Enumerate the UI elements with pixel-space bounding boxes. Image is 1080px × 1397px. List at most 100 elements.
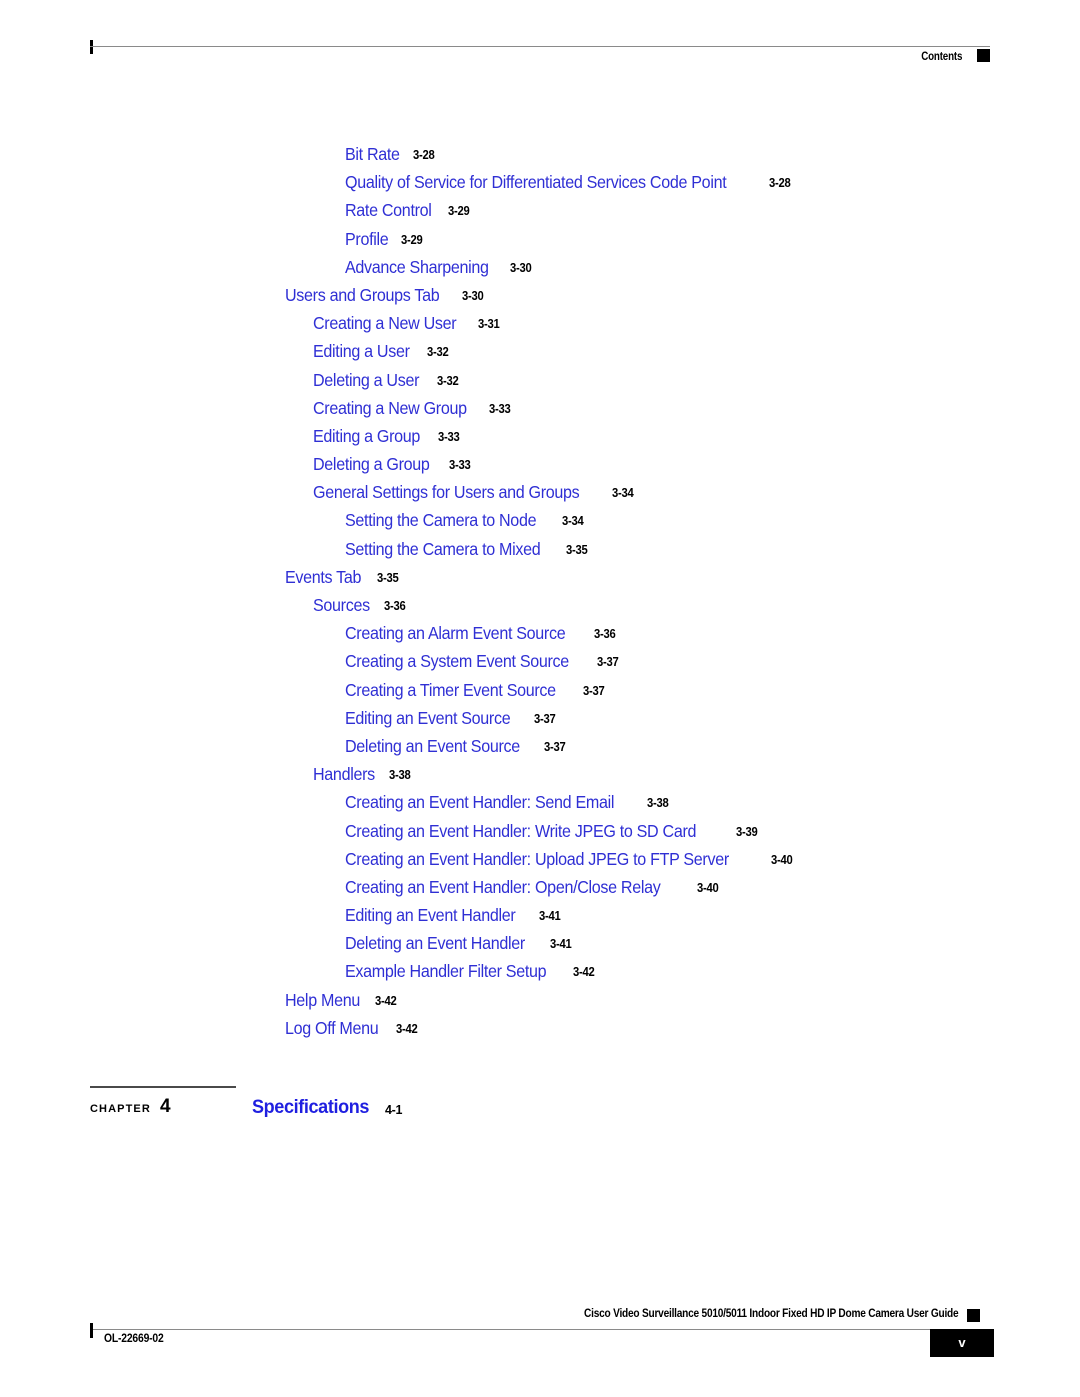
toc-entry[interactable]: Creating a New Group 3-33 — [0, 394, 1080, 422]
header-left-tick-mark — [90, 40, 93, 54]
footer-guide-title: Cisco Video Surveillance 5010/5011 Indoo… — [583, 1308, 959, 1320]
toc-entry-title[interactable]: Creating an Event Handler: Upload JPEG t… — [345, 845, 729, 873]
toc-entry-page-number: 3-30 — [510, 260, 532, 275]
toc-entry-title[interactable]: Users and Groups Tab — [285, 281, 440, 309]
toc-entry[interactable]: Creating an Event Handler: Send Email 3-3… — [0, 788, 1080, 816]
toc-entry-page-number: 3-32 — [437, 373, 459, 388]
toc-entry[interactable]: Setting the Camera to Mixed 3-35 — [0, 535, 1080, 563]
toc-entry-title[interactable]: Editing an Event Source — [345, 704, 511, 732]
toc-entry[interactable]: Deleting an Event Handler 3-41 — [0, 929, 1080, 957]
toc-entry-page-number: 3-32 — [427, 345, 449, 360]
toc-entry-page-number: 3-33 — [448, 458, 471, 473]
toc-entry-page-number: 3-33 — [438, 429, 460, 444]
toc-entry[interactable]: Creating an Event Handler: Write JPEG to… — [0, 817, 1080, 845]
toc-entry[interactable]: Editing an Event Source 3-37 — [0, 704, 1080, 732]
toc-entry-page-number: 3-31 — [477, 317, 500, 332]
toc-entry-title[interactable]: Advance Sharpening — [345, 253, 489, 281]
toc-entry[interactable]: Rate Control 3-29 — [0, 196, 1080, 224]
chapter-title-link[interactable]: Specifications — [252, 1097, 369, 1119]
toc-entry[interactable]: Profile 3-29 — [0, 225, 1080, 253]
toc-entry[interactable]: Creating an Event Handler: Upload JPEG t… — [0, 845, 1080, 873]
toc-entry-page-number: 3-36 — [593, 627, 616, 642]
toc-entry[interactable]: Bit Rate 3-28 — [0, 140, 1080, 168]
toc-entry-page-number: 3-33 — [489, 401, 511, 416]
toc-entry-title[interactable]: Deleting a User — [313, 366, 419, 394]
toc-entry[interactable]: Events Tab 3-35 — [0, 563, 1080, 591]
header-square-marker-icon — [977, 49, 990, 62]
toc-entry-page-number: 3-42 — [375, 993, 397, 1008]
toc-entry-page-number: 3-40 — [696, 880, 719, 895]
toc-entry[interactable]: Editing a User 3-32 — [0, 337, 1080, 365]
toc-entry[interactable]: Advance Sharpening 3-30 — [0, 253, 1080, 281]
toc-entry[interactable]: Editing an Event Handler 3-41 — [0, 901, 1080, 929]
toc-entry[interactable]: Users and Groups Tab 3-30 — [0, 281, 1080, 309]
toc-entry[interactable]: Quality of Service for Differentiated Se… — [0, 168, 1080, 196]
toc-entry[interactable]: Deleting an Event Source 3-37 — [0, 732, 1080, 760]
footer-square-marker-icon — [967, 1309, 980, 1322]
chapter-divider — [90, 1086, 236, 1088]
toc-entry-title[interactable]: Deleting a Group — [313, 450, 430, 478]
toc-entry[interactable]: Deleting a User 3-32 — [0, 366, 1080, 394]
toc-entry-page-number: 3-37 — [597, 655, 619, 670]
toc-entry[interactable]: Creating an Alarm Event Source 3-36 — [0, 619, 1080, 647]
toc-entry-title[interactable]: Profile — [345, 225, 389, 253]
toc-entry[interactable]: Editing a Group 3-33 — [0, 422, 1080, 450]
toc-entry-title[interactable]: Editing a User — [313, 337, 410, 365]
toc-entry[interactable]: Example Handler Filter Setup 3-42 — [0, 957, 1080, 985]
toc-entry[interactable]: Setting the Camera to Node 3-34 — [0, 506, 1080, 534]
toc-entry[interactable]: Handlers 3-38 — [0, 760, 1080, 788]
toc-entry-title[interactable]: Creating an Event Handler: Send Email — [345, 788, 614, 816]
toc-entry-page-number: 3-38 — [646, 796, 669, 811]
toc-entry[interactable]: Help Menu 3-42 — [0, 986, 1080, 1014]
toc-entry-title[interactable]: Deleting an Event Source — [345, 732, 520, 760]
toc-entry[interactable]: Creating an Event Handler: Open/Close Re… — [0, 873, 1080, 901]
toc-entry-page-number: 3-35 — [376, 570, 399, 585]
toc-entry-title[interactable]: Creating a System Event Source — [345, 647, 569, 675]
toc-entry-title[interactable]: Creating an Event Handler: Write JPEG to… — [345, 817, 696, 845]
toc-entry-title[interactable]: Log Off Menu — [285, 1014, 379, 1042]
toc-entry-title[interactable]: Deleting an Event Handler — [345, 929, 525, 957]
header-divider — [90, 46, 990, 47]
header-section-label: Contents — [921, 51, 962, 63]
chapter-number: 4 — [160, 1096, 171, 1117]
toc-entry[interactable]: Sources 3-36 — [0, 591, 1080, 619]
toc-entry-title[interactable]: Creating a New User — [313, 309, 457, 337]
toc-entry-page-number: 3-42 — [395, 1021, 418, 1036]
toc-entry-title[interactable]: Editing an Event Handler — [345, 901, 516, 929]
toc-entry-title[interactable]: Handlers — [313, 760, 375, 788]
toc-entry-page-number: 3-28 — [768, 176, 791, 191]
toc-entry[interactable]: Creating a New User 3-31 — [0, 309, 1080, 337]
toc-entry-title[interactable]: General Settings for Users and Groups — [313, 478, 580, 506]
toc-entry-title[interactable]: Example Handler Filter Setup — [345, 957, 547, 985]
toc-entry-page-number: 3-40 — [771, 852, 793, 867]
toc-entry-title[interactable]: Quality of Service for Differentiated Se… — [345, 168, 727, 196]
toc-entry[interactable]: Creating a System Event Source 3-37 — [0, 647, 1080, 675]
toc-entry-title[interactable]: Creating an Event Handler: Open/Close Re… — [345, 873, 661, 901]
toc-entry[interactable]: Deleting a Group 3-33 — [0, 450, 1080, 478]
toc-entry-title[interactable]: Bit Rate — [345, 140, 400, 168]
toc-entry-title[interactable]: Help Menu — [285, 986, 360, 1014]
footer-divider — [90, 1329, 990, 1330]
toc-entry-page-number: 3-37 — [533, 711, 556, 726]
chapter-heading-block: CHAPTER 4 Specifications 4-1 — [0, 1086, 1080, 1136]
toc-entry[interactable]: General Settings for Users and Groups 3-3… — [0, 478, 1080, 506]
toc-entry-title[interactable]: Events Tab — [285, 563, 361, 591]
toc-entry-page-number: 3-28 — [413, 148, 435, 162]
footer-page-number: v — [958, 1335, 966, 1350]
page-footer: Cisco Video Surveillance 5010/5011 Indoo… — [90, 1308, 994, 1378]
toc-entry[interactable]: Log Off Menu 3-42 — [0, 1014, 1080, 1042]
toc-entry-title[interactable]: Creating a New Group — [313, 394, 467, 422]
toc-entry-page-number: 3-37 — [583, 683, 605, 698]
toc-entry-title[interactable]: Setting the Camera to Mixed — [345, 535, 541, 563]
toc-entry-title[interactable]: Setting the Camera to Node — [345, 506, 537, 534]
toc-entry-title[interactable]: Sources — [313, 591, 370, 619]
toc-entry-title[interactable]: Rate Control — [345, 196, 432, 224]
toc-entry[interactable]: Creating a Timer Event Source 3-37 — [0, 676, 1080, 704]
toc-entry-title[interactable]: Editing a Group — [313, 422, 420, 450]
table-of-contents: Bit Rate 3-28 Quality of Service for Diffe… — [0, 140, 1080, 1042]
toc-entry-page-number: 3-36 — [383, 599, 406, 613]
toc-entry-page-number: 3-39 — [735, 824, 758, 839]
toc-entry-title[interactable]: Creating an Alarm Event Source — [345, 619, 566, 647]
toc-entry-title[interactable]: Creating a Timer Event Source — [345, 676, 556, 704]
toc-entry-page-number: 3-41 — [549, 937, 572, 952]
